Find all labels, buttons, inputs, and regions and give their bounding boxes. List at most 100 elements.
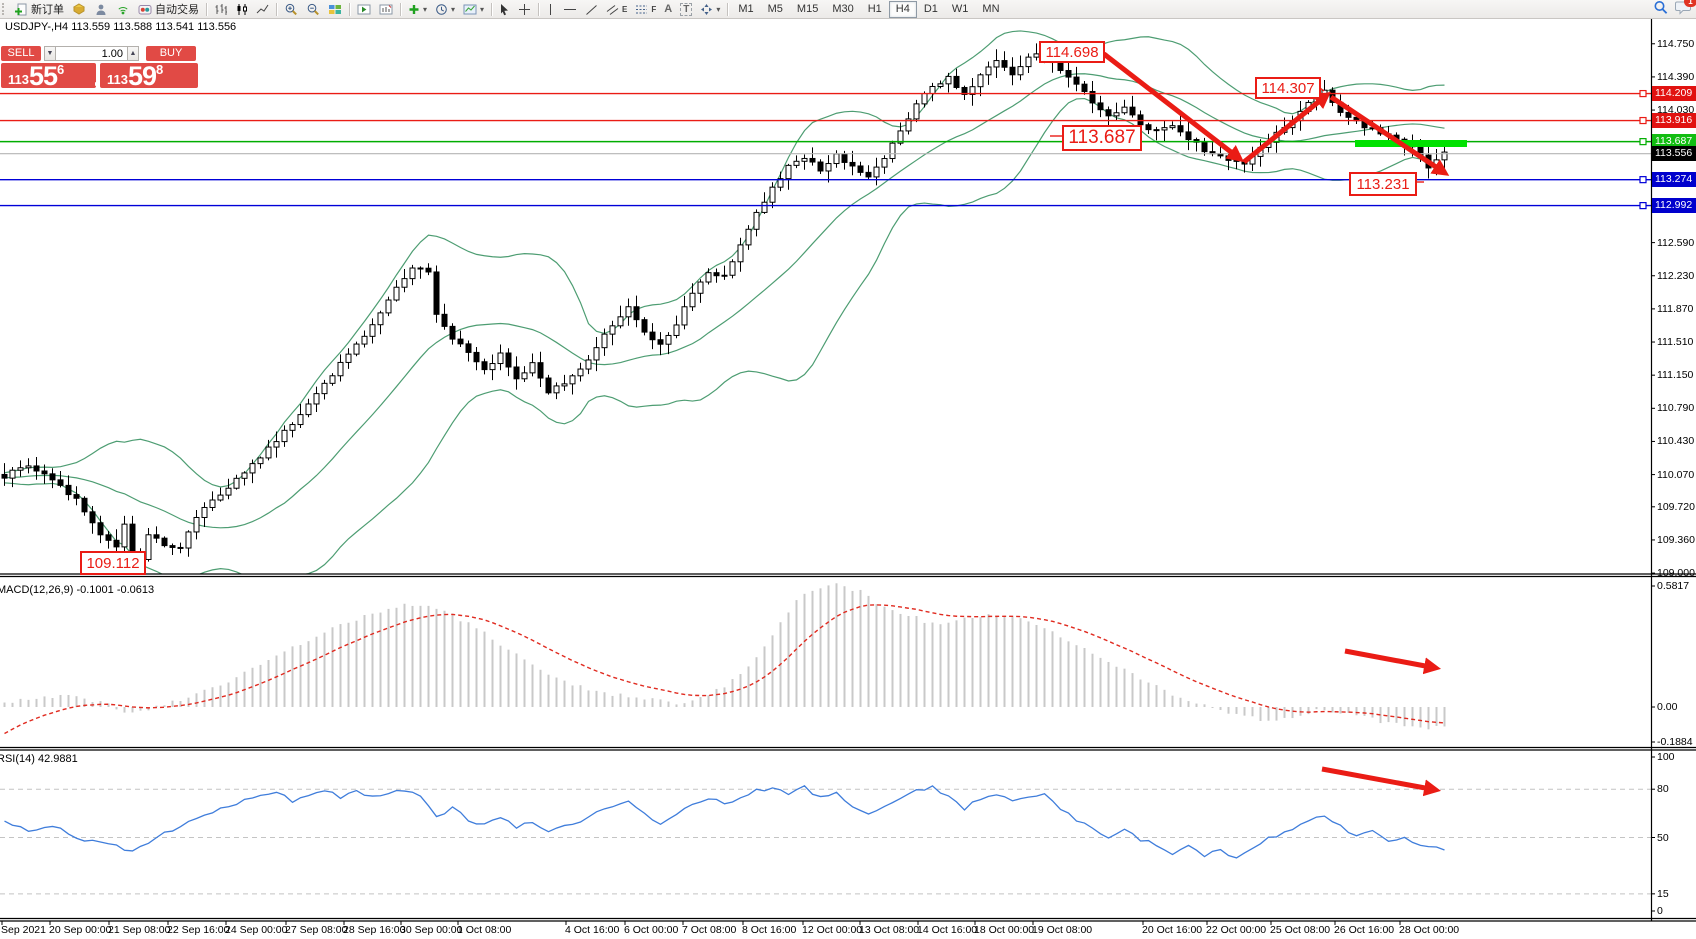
- date-axis-label[interactable]: Sep 2021: [1, 924, 46, 936]
- hline-handle[interactable]: [1640, 177, 1646, 183]
- price-annotation-label[interactable]: 114.698: [1039, 41, 1105, 63]
- date-axis-label[interactable]: 21 Sep 08:00: [108, 924, 170, 936]
- rsi-axis-tick[interactable]: 100: [1657, 751, 1675, 763]
- tile-windows-button[interactable]: [324, 1, 346, 17]
- trend-arrow[interactable]: [1322, 769, 1436, 790]
- crosshair-tool-button[interactable]: [514, 1, 535, 17]
- price-axis-tick[interactable]: 111.150: [1657, 369, 1693, 381]
- macd-axis-tick[interactable]: 0.5817: [1657, 580, 1689, 592]
- date-axis-label[interactable]: 22 Oct 00:00: [1206, 924, 1266, 936]
- date-axis-label[interactable]: 1 Oct 08:00: [457, 924, 511, 936]
- date-axis-label[interactable]: 20 Sep 00:00: [49, 924, 111, 936]
- date-axis-label[interactable]: 4 Oct 16:00: [565, 924, 619, 936]
- volume-decrease-button[interactable]: ▼: [44, 46, 56, 61]
- date-axis-label[interactable]: 8 Oct 16:00: [742, 924, 796, 936]
- date-axis-label[interactable]: 7 Oct 08:00: [682, 924, 736, 936]
- date-axis-label[interactable]: 28 Oct 00:00: [1399, 924, 1459, 936]
- templates-button[interactable]: ▾: [459, 1, 488, 17]
- chart-shift-button[interactable]: [375, 1, 397, 17]
- chart-plot-area[interactable]: [0, 0, 1696, 939]
- channel-tool-button[interactable]: E: [602, 1, 631, 17]
- price-axis-tick[interactable]: 110.070: [1657, 469, 1694, 481]
- fibonacci-tool-button[interactable]: F: [631, 1, 660, 17]
- indicators-button[interactable]: ▾: [404, 1, 431, 17]
- price-axis-tick[interactable]: 114.750: [1657, 38, 1694, 50]
- date-axis-label[interactable]: 28 Sep 16:00: [343, 924, 405, 936]
- candle-ch-button[interactable]: [231, 1, 252, 17]
- price-annotation-label[interactable]: 113.687: [1062, 125, 1142, 151]
- price-axis-tick[interactable]: 110.430: [1657, 435, 1694, 447]
- hline-handle[interactable]: [1640, 118, 1646, 124]
- price-axis-tick[interactable]: 109.720: [1657, 501, 1695, 513]
- hline-handle[interactable]: [1640, 91, 1646, 97]
- autotrading-button[interactable]: 自动交易: [134, 1, 203, 17]
- volume-increase-button[interactable]: ▲: [127, 46, 139, 61]
- text-tool-button[interactable]: A: [660, 1, 676, 17]
- price-axis-tick[interactable]: 111.870: [1657, 303, 1693, 315]
- label-tool-button[interactable]: T: [676, 1, 696, 17]
- price-axis-tick[interactable]: 110.790: [1657, 402, 1694, 414]
- timeframe-m30-button[interactable]: M30: [825, 1, 860, 18]
- zoom-in-button[interactable]: [280, 1, 302, 17]
- chart-forward-button[interactable]: [353, 1, 375, 17]
- line-ch-button[interactable]: [252, 1, 273, 17]
- timeframe-m5-button[interactable]: M5: [761, 1, 790, 18]
- trendline-tool-button[interactable]: [581, 1, 602, 17]
- date-axis-label[interactable]: 25 Oct 08:00: [1270, 924, 1330, 936]
- green-highlight-bar[interactable]: [1355, 140, 1467, 147]
- zoom-out-button[interactable]: [302, 1, 324, 17]
- objects-button[interactable]: [68, 1, 90, 17]
- date-axis-label[interactable]: 27 Sep 08:00: [285, 924, 347, 936]
- date-axis-label[interactable]: 30 Sep 00:00: [400, 924, 462, 936]
- price-annotation-label[interactable]: 113.231: [1349, 172, 1417, 196]
- buy-button[interactable]: BUY: [146, 46, 196, 61]
- volume-input[interactable]: [56, 46, 127, 61]
- macd-axis-tick[interactable]: -0.1884: [1657, 736, 1693, 748]
- hline-handle[interactable]: [1640, 139, 1646, 145]
- rsi-axis-tick[interactable]: 50: [1657, 832, 1669, 844]
- timeframe-d1-button[interactable]: D1: [917, 1, 945, 18]
- price-axis-tick[interactable]: 114.390: [1657, 71, 1694, 83]
- trend-arrow[interactable]: [1331, 97, 1445, 173]
- bar-ch-button[interactable]: [210, 1, 231, 17]
- timeframe-mn-button[interactable]: MN: [975, 1, 1006, 18]
- price-axis-tick[interactable]: 109.360: [1657, 534, 1695, 546]
- price-annotation-label[interactable]: 109.112: [80, 551, 146, 575]
- price-axis-tick[interactable]: 109.000: [1657, 567, 1695, 579]
- timeframe-h1-button[interactable]: H1: [861, 1, 889, 18]
- macd-axis-tick[interactable]: 0.00: [1657, 701, 1677, 713]
- sell-button[interactable]: SELL: [1, 46, 41, 61]
- price-axis-tick[interactable]: 112.230: [1657, 270, 1694, 282]
- periods-button[interactable]: ▾: [431, 1, 459, 17]
- date-axis-label[interactable]: 6 Oct 00:00: [624, 924, 678, 936]
- date-axis-label[interactable]: 22 Sep 16:00: [167, 924, 229, 936]
- rsi-axis-tick[interactable]: 0: [1657, 905, 1663, 917]
- trend-arrow[interactable]: [1345, 651, 1436, 668]
- timeframe-h4-button[interactable]: H4: [889, 1, 917, 18]
- trend-arrow[interactable]: [1244, 95, 1327, 162]
- rsi-axis-tick[interactable]: 15: [1657, 888, 1669, 900]
- horizontal-line-tool-button[interactable]: [559, 1, 581, 17]
- timeframe-m15-button[interactable]: M15: [790, 1, 825, 18]
- date-axis-label[interactable]: 18 Oct 00:00: [974, 924, 1034, 936]
- date-axis-label[interactable]: 20 Oct 16:00: [1142, 924, 1202, 936]
- chart-window[interactable]: USDJPY-,H4 113.559 113.588 113.541 113.5…: [0, 0, 1696, 939]
- date-axis-label[interactable]: 24 Sep 00:00: [225, 924, 287, 936]
- timeframe-w1-button[interactable]: W1: [945, 1, 976, 18]
- date-axis-label[interactable]: 19 Oct 08:00: [1032, 924, 1092, 936]
- date-axis-label[interactable]: 13 Oct 08:00: [859, 924, 919, 936]
- notifications-button[interactable]: 1: [1675, 0, 1692, 18]
- search-icon[interactable]: [1653, 0, 1669, 18]
- rsi-axis-tick[interactable]: 80: [1657, 783, 1669, 795]
- hline-handle[interactable]: [1640, 203, 1646, 209]
- price-axis-tick[interactable]: 111.510: [1657, 336, 1693, 348]
- timeframe-m1-button[interactable]: M1: [731, 1, 760, 18]
- shapes-tool-button[interactable]: ▾: [696, 1, 724, 17]
- date-axis-label[interactable]: 12 Oct 00:00: [802, 924, 862, 936]
- sell-price-display[interactable]: 113556: [1, 63, 96, 88]
- date-axis-label[interactable]: 26 Oct 16:00: [1334, 924, 1394, 936]
- vertical-line-tool-button[interactable]: [542, 1, 559, 17]
- new-order-button[interactable]: 新订单: [10, 1, 68, 17]
- date-axis-label[interactable]: 14 Oct 16:00: [917, 924, 977, 936]
- buy-price-display[interactable]: 113598: [100, 63, 198, 88]
